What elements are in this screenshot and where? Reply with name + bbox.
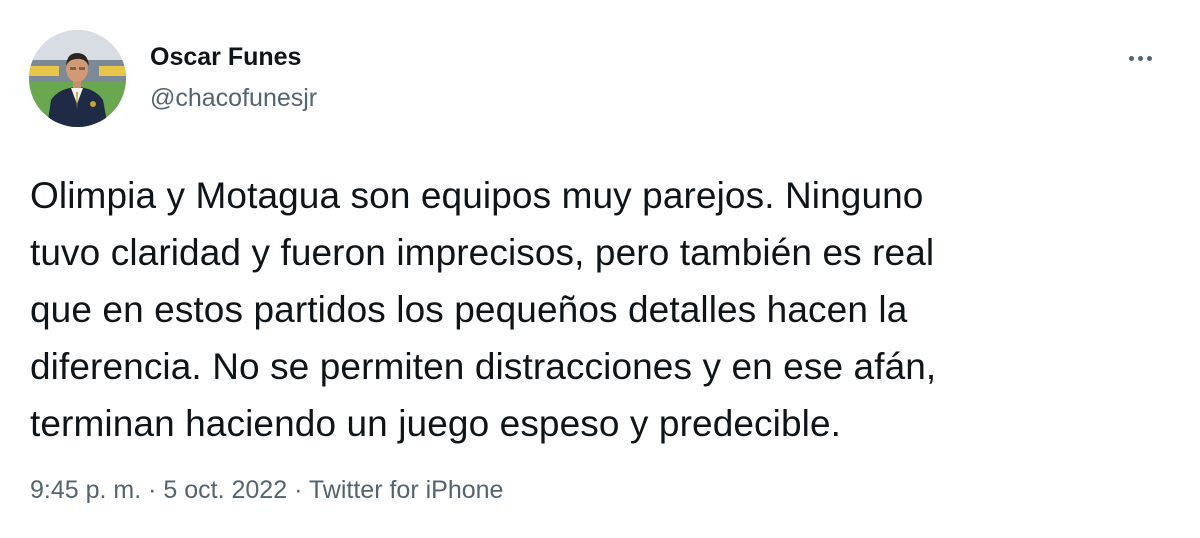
- meta-separator: ·: [294, 476, 303, 504]
- tweet-text-line: que en estos partidos los pequeños detal…: [30, 289, 908, 330]
- tweet-text-line: terminan haciendo un juego espeso y pred…: [30, 403, 842, 444]
- tweet-card: Oscar Funes @chacofunesjr Olimpia y Mota…: [0, 0, 1200, 538]
- more-horizontal-icon: [1146, 55, 1152, 61]
- meta-separator: ·: [148, 476, 157, 504]
- avatar-image: [29, 30, 126, 127]
- tweet-source[interactable]: Twitter for iPhone: [309, 476, 504, 504]
- tweet-time[interactable]: 9:45 p. m.: [30, 476, 141, 504]
- avatar[interactable]: [29, 30, 126, 127]
- tweet-text-line: tuvo claridad y fueron imprecisos, pero …: [30, 232, 935, 273]
- more-horizontal-icon: [1137, 55, 1143, 61]
- author-handle[interactable]: @chacofunesjr: [150, 84, 317, 113]
- tweet-text-line: Olimpia y Motagua son equipos muy parejo…: [30, 175, 924, 216]
- more-options-button[interactable]: [1118, 40, 1162, 76]
- tweet-date[interactable]: 5 oct. 2022: [163, 476, 287, 504]
- more-horizontal-icon: [1128, 55, 1134, 61]
- tweet-metadata: 9:45 p. m. · 5 oct. 2022 · Twitter for i…: [30, 476, 503, 505]
- tweet-text: Olimpia y Motagua son equipos muy parejo…: [30, 167, 1170, 452]
- author-display-name[interactable]: Oscar Funes: [150, 43, 301, 72]
- tweet-text-line: diferencia. No se permiten distracciones…: [30, 346, 937, 387]
